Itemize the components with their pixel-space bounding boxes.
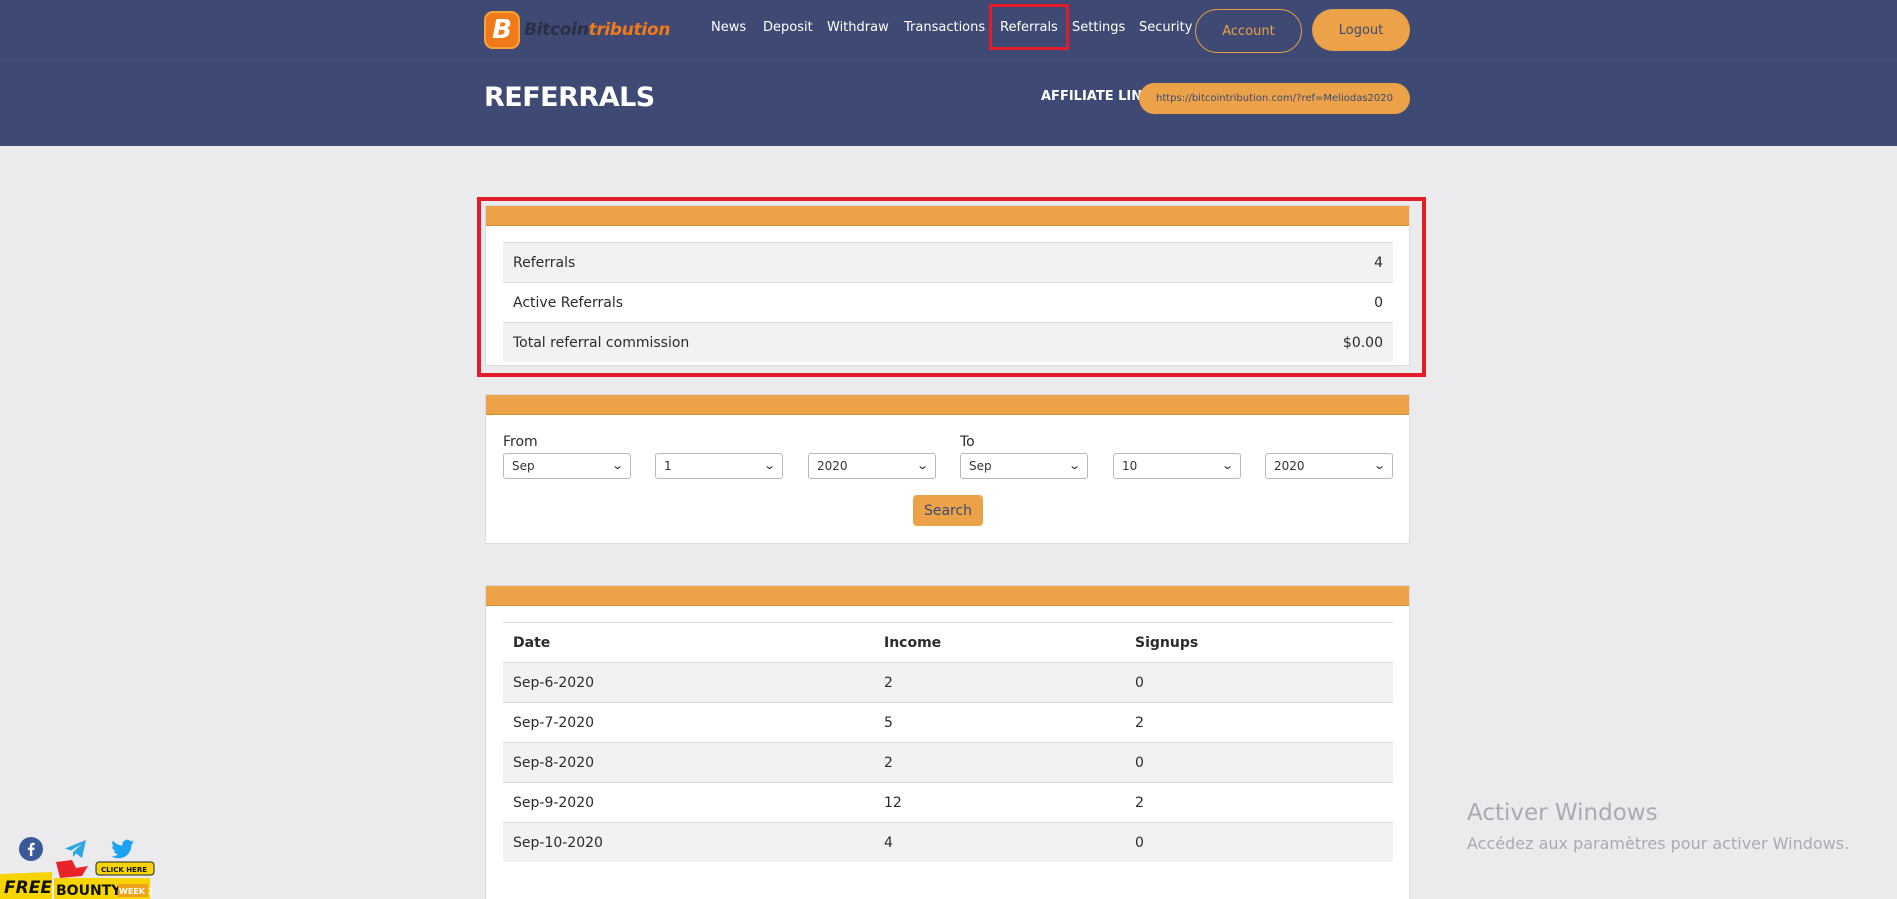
nav-item-referrals[interactable]: Referrals <box>989 4 1069 50</box>
chevron-down-icon: ⌄ <box>762 459 776 472</box>
cell-income: 12 <box>884 795 902 811</box>
chevron-down-icon: ⌄ <box>915 459 929 472</box>
affiliate-link-pill[interactable]: https://bitcointribution.com/?ref=Meliod… <box>1139 83 1410 114</box>
to-month-select[interactable]: Sep ⌄ <box>960 453 1088 479</box>
brand-name: Bitcointribution <box>524 20 670 40</box>
cell-signups: 2 <box>1135 795 1144 811</box>
promo-click-text: CLICK HERE <box>101 866 147 874</box>
telegram-icon[interactable] <box>63 836 89 862</box>
cell-income: 4 <box>884 835 893 851</box>
select-value: 10 <box>1122 459 1138 473</box>
from-month-select[interactable]: Sep ⌄ <box>503 453 631 479</box>
select-value: Sep <box>969 459 992 473</box>
table-row: Sep-8-2020 2 0 <box>503 742 1393 782</box>
referral-history-panel: Date Income Signups Sep-6-2020 2 0 Sep-7… <box>485 585 1410 899</box>
from-label: From <box>503 434 538 450</box>
cell-signups: 0 <box>1135 835 1144 851</box>
promo-week-text: WEEK 1 <box>119 887 154 896</box>
table-header-row: Date Income Signups <box>503 622 1393 662</box>
nav-item-news[interactable]: News <box>711 20 746 35</box>
promo-bounty-text: BOUNTY <box>56 883 122 899</box>
search-button[interactable]: Search <box>913 495 983 526</box>
facebook-icon[interactable] <box>18 836 44 862</box>
table-row: Sep-10-2020 4 0 <box>503 822 1393 862</box>
logout-button[interactable]: Logout <box>1312 9 1410 51</box>
header-bar: B Bitcointribution News Deposit Withdraw… <box>0 0 1897 146</box>
cell-income: 2 <box>884 755 893 771</box>
cell-date: Sep-9-2020 <box>513 795 595 811</box>
table-row: Sep-9-2020 12 2 <box>503 782 1393 822</box>
column-header-income: Income <box>884 635 942 651</box>
page-title: REFERRALS <box>484 82 655 113</box>
promo-free-text: FREE <box>4 878 52 898</box>
cell-income: 5 <box>884 715 893 731</box>
cell-signups: 0 <box>1135 675 1144 691</box>
panel-header <box>486 586 1409 606</box>
to-label: To <box>960 434 975 450</box>
logo-badge-icon: B <box>484 11 520 49</box>
nav-item-withdraw[interactable]: Withdraw <box>827 20 889 35</box>
brand-name-part1: Bitcoin <box>524 20 589 40</box>
column-header-date: Date <box>513 635 551 651</box>
twitter-icon[interactable] <box>110 836 136 862</box>
panel-header <box>486 395 1409 415</box>
cell-date: Sep-6-2020 <box>513 675 595 691</box>
windows-activation-subtitle: Accédez aux paramètres pour activer Wind… <box>1467 834 1850 853</box>
select-value: 2020 <box>817 459 848 473</box>
to-year-select[interactable]: 2020 ⌄ <box>1265 453 1393 479</box>
select-value: 2020 <box>1274 459 1305 473</box>
from-day-select[interactable]: 1 ⌄ <box>655 453 783 479</box>
column-header-signups: Signups <box>1135 635 1199 651</box>
select-value: Sep <box>512 459 535 473</box>
to-day-select[interactable]: 10 ⌄ <box>1113 453 1241 479</box>
chevron-down-icon: ⌄ <box>1372 459 1386 472</box>
nav-item-settings[interactable]: Settings <box>1072 20 1125 35</box>
cell-signups: 2 <box>1135 715 1144 731</box>
date-filter-panel: From To Sep ⌄ 1 ⌄ 2020 ⌄ Sep ⌄ 10 ⌄ 2020 ⌄ Sea… <box>485 394 1410 544</box>
select-value: 1 <box>664 459 672 473</box>
cell-date: Sep-10-2020 <box>513 835 603 851</box>
bounty-promo-badge[interactable]: FREE CLICK HERE BOUNTY WEEK 1 <box>0 860 160 899</box>
cell-date: Sep-8-2020 <box>513 755 595 771</box>
nav-item-deposit[interactable]: Deposit <box>763 20 813 35</box>
cell-date: Sep-7-2020 <box>513 715 595 731</box>
from-year-select[interactable]: 2020 ⌄ <box>808 453 936 479</box>
brand-name-part2: tribution <box>588 20 671 40</box>
windows-activation-title: Activer Windows <box>1467 800 1658 826</box>
chevron-down-icon: ⌄ <box>1220 459 1234 472</box>
brand-logo[interactable]: B Bitcointribution <box>484 10 670 50</box>
chevron-down-icon: ⌄ <box>1067 459 1081 472</box>
cell-signups: 0 <box>1135 755 1144 771</box>
table-row: Sep-6-2020 2 0 <box>503 662 1393 702</box>
account-button[interactable]: Account <box>1195 9 1302 53</box>
nav-item-security[interactable]: Security <box>1139 20 1192 35</box>
referral-history-table: Date Income Signups Sep-6-2020 2 0 Sep-7… <box>503 622 1393 862</box>
highlight-box <box>477 197 1426 377</box>
nav-item-transactions[interactable]: Transactions <box>904 20 985 35</box>
chevron-down-icon: ⌄ <box>610 459 624 472</box>
cell-income: 2 <box>884 675 893 691</box>
table-row: Sep-7-2020 5 2 <box>503 702 1393 742</box>
